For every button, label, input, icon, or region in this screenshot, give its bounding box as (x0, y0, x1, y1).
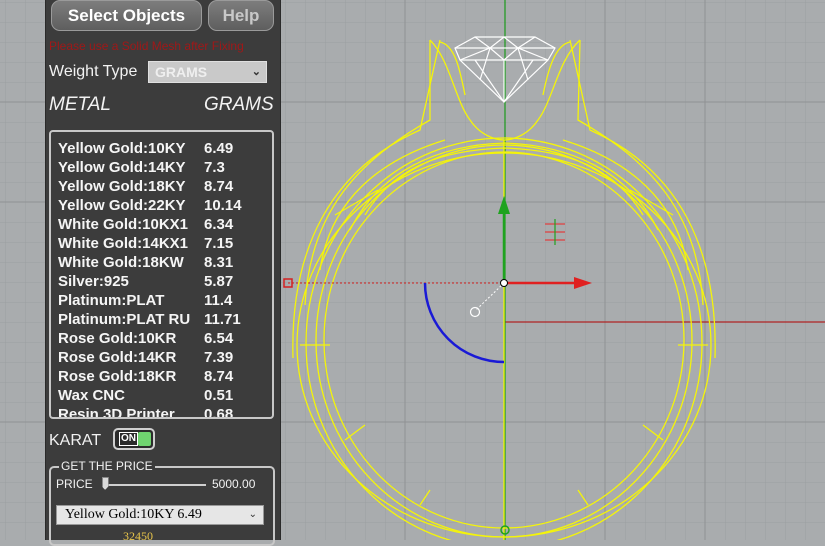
warning-message: Please use a Solid Mesh after Fixing (49, 39, 244, 53)
metal-grams: 7.3 (204, 159, 225, 176)
metal-grams: 6.34 (204, 216, 234, 233)
metal-name: Yellow Gold:22KY (58, 197, 186, 214)
metal-grams: 8.74 (204, 368, 234, 385)
toggle-on-label: ON (119, 432, 138, 446)
metal-name: White Gold:14KX1 (58, 235, 189, 252)
metal-name: Yellow Gold:14KY (58, 159, 186, 176)
metal-grams: 0.68 (204, 406, 234, 419)
select-objects-button[interactable]: Select Objects (51, 0, 202, 31)
metal-grams: 6.49 (204, 140, 234, 157)
get-price-group: GET THE PRICE PRICE 5000.00 Yellow Gold:… (49, 459, 275, 546)
price-value: 5000.00 (212, 477, 256, 491)
metal-name: Yellow Gold:18KY (58, 178, 186, 195)
metal-name: Platinum:PLAT RU (58, 311, 191, 328)
chevron-down-icon: ⌄ (248, 509, 257, 520)
metal-name: Resin 3D Printer (58, 406, 175, 419)
metal-grams: 7.39 (204, 349, 234, 366)
metal-grams: 5.87 (204, 273, 234, 290)
weight-type-value: GRAMS (155, 64, 208, 80)
metal-name: Wax CNC (58, 387, 125, 404)
metal-name: Platinum:PLAT (58, 292, 165, 309)
chevron-down-icon: ⌄ (251, 66, 261, 78)
weight-type-label: Weight Type (49, 63, 138, 80)
toggle-knob (138, 432, 151, 446)
metal-grams: 6.54 (204, 330, 234, 347)
metal-select-dropdown[interactable]: Yellow Gold:10KY 6.49 ⌄ (56, 505, 264, 525)
weight-type-select[interactable]: GRAMS ⌄ (148, 61, 267, 83)
get-price-legend: GET THE PRICE (59, 459, 155, 473)
metal-name: Rose Gold:18KR (58, 368, 177, 385)
metal-grams: 7.15 (204, 235, 234, 252)
metal-name: Rose Gold:14KR (58, 349, 177, 366)
metal-select-value: Yellow Gold:10KY 6.49 (65, 507, 202, 522)
metal-name: White Gold:10KX1 (58, 216, 189, 233)
metal-name: White Gold:18KW (58, 254, 184, 271)
metal-grams: 10.14 (204, 197, 242, 214)
metal-column-header: METAL (49, 94, 111, 115)
metal-weight-list[interactable]: Yellow Gold:10KY 6.49 Yellow Gold:14KY 7.3… (49, 130, 274, 419)
metal-name: Silver:925 (58, 273, 129, 290)
gumball-origin[interactable] (500, 279, 508, 287)
price-result: 32450 (123, 529, 153, 543)
metal-grams: 11.4 (204, 292, 233, 309)
metal-name: Rose Gold:10KR (58, 330, 177, 347)
karat-label: KARAT (49, 432, 102, 449)
grams-column-header: GRAMS (204, 94, 274, 115)
price-slider-thumb[interactable] (101, 477, 109, 490)
metal-grams: 8.31 (204, 254, 234, 271)
price-slider-track[interactable] (102, 484, 206, 486)
metal-grams: 11.71 (204, 311, 241, 328)
metal-grams: 8.74 (204, 178, 234, 195)
metal-name: Yellow Gold:10KY (58, 140, 186, 157)
metal-grams: 0.51 (204, 387, 234, 404)
karat-toggle[interactable]: ON (113, 428, 155, 450)
help-button[interactable]: Help (208, 0, 274, 31)
weight-calculator-panel: Select Objects Help Please use a Solid M… (45, 0, 281, 546)
price-label: PRICE (56, 477, 93, 491)
